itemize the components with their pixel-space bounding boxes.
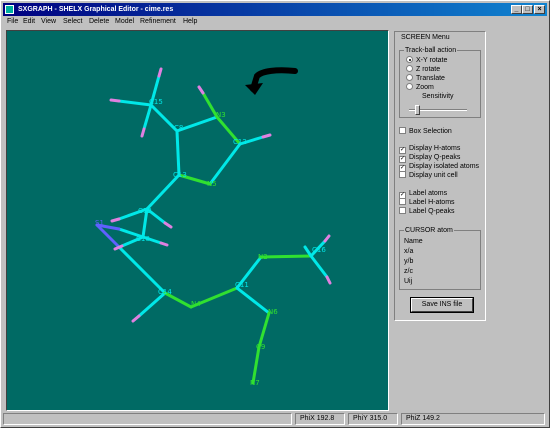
atom-label: C11 [235,281,249,289]
checkbox-icon[interactable] [399,198,406,205]
bond-c9-n7 [251,345,261,385]
menu-model[interactable]: Model [115,17,134,26]
app-icon[interactable] [5,5,14,14]
bond-c16-h2 [309,254,329,279]
menu-file[interactable]: File [7,17,18,26]
trackball-title: Track-ball action [404,46,458,55]
checkbox-icon[interactable] [399,127,406,134]
molecule-drawing: C15 C8 N3 C12 C13 N5 S1 C12 C10 C14 N4 C… [95,67,332,387]
radio-icon[interactable] [406,56,413,63]
title-bar[interactable]: SXGRAPH - SHELX Graphical Editor - cime.… [3,3,547,16]
bond-c14-h1 [137,291,167,318]
bond-c15-h3 [142,103,153,131]
bond-c13-c8 [175,129,181,177]
maximize-button[interactable]: □ [522,5,533,14]
status-bar: PhiX 192.8 PhiY 315.0 PhiZ 149.2 [3,413,547,426]
atom-label: C15 [149,98,163,106]
status-phix: PhiX 192.8 [295,413,345,425]
app-window: SXGRAPH - SHELX Graphical Editor - cime.… [0,0,550,428]
screen-menu-panel: SCREEN Menu Track-ball action X-Y rotate… [394,31,486,321]
checkbox-icon[interactable] [399,171,406,178]
atom-label: C12 [138,207,152,215]
close-button[interactable]: × [534,5,545,14]
cursor-xa-field: x/a [404,248,414,255]
checkbox-display-unit-cell[interactable]: Display unit cell [399,171,458,180]
menu-help[interactable]: Help [183,17,197,26]
atom-label: N5 [207,180,217,188]
molecule-canvas[interactable]: C15 C8 N3 C12 C13 N5 S1 C12 C10 C14 N4 C… [6,30,389,411]
checkbox-label-q-peaks[interactable]: Label Q-peaks [399,207,455,216]
cursor-yb-field: y/b [404,258,414,265]
minimize-button[interactable]: _ [511,5,522,14]
cursor-zc-field: z/c [404,268,413,275]
menu-bar: File Edit View Select Delete Model Refin… [3,16,547,27]
atom-label: C16 [312,246,326,254]
checkbox-icon[interactable] [399,207,406,214]
atom-label: N6 [268,308,278,316]
cursor-atom-title: CURSOR atom [404,226,454,235]
save-ins-file-button[interactable]: Save INS file [411,298,473,312]
checkbox-box-selection[interactable]: Box Selection [399,127,452,136]
window-title: SXGRAPH - SHELX Graphical Editor - cime.… [18,6,174,13]
bond-n6-c9 [257,311,271,349]
cursor-atom-group: CURSOR atom Name x/a y/b z/c Uij [399,226,481,290]
sensitivity-slider-thumb[interactable] [415,105,420,115]
atom-label: C12 [233,138,247,146]
checkbox-label-h-atoms[interactable]: Label H-atoms [399,198,455,207]
atom-label: C14 [158,288,172,296]
menu-delete[interactable]: Delete [89,17,109,26]
bond-c15-h2 [117,99,153,107]
bond-c12-n5 [208,142,242,186]
atom-label: C8 [174,124,183,132]
bond-c13-c12b [145,173,181,211]
menu-refinement[interactable]: Refinement [140,17,176,26]
cursor-uij-field: Uij [404,278,413,285]
bond-s1-c14 [117,245,167,295]
arrow-head [245,83,263,95]
bond-n2-c16 [259,254,313,259]
trackball-group: Track-ball action X-Y rotate Z rotate Tr… [399,46,481,118]
cursor-name-field: Name [404,238,423,245]
atom-label: S1 [95,219,104,227]
menu-edit[interactable]: Edit [23,17,35,26]
screen-menu-title: SCREEN Menu [401,34,450,41]
bond-n3-h [201,91,219,119]
radio-zoom[interactable]: Zoom [406,83,434,92]
radio-xy-rotate[interactable]: X-Y rotate [406,56,447,65]
atom-label: C10 [136,235,150,243]
bond-c11-n6 [235,286,271,315]
atom-label: N7 [250,379,260,387]
status-phiy: PhiY 315.0 [348,413,398,425]
radio-icon[interactable] [406,74,413,81]
radio-icon[interactable] [406,83,413,90]
radio-z-rotate[interactable]: Z rotate [406,65,440,74]
radio-icon[interactable] [406,65,413,72]
status-message [3,413,292,425]
atom-label: N2 [258,253,268,261]
atom-label: N3 [216,111,226,119]
atom-label: N4 [191,300,201,308]
atom-label: C9 [256,343,265,351]
atom-label: C13 [173,171,187,179]
menu-select[interactable]: Select [63,17,82,26]
menu-view[interactable]: View [41,17,56,26]
sensitivity-label: Sensitivity [422,93,454,100]
radio-translate[interactable]: Translate [406,74,445,83]
status-phiz: PhiZ 149.2 [401,413,545,425]
